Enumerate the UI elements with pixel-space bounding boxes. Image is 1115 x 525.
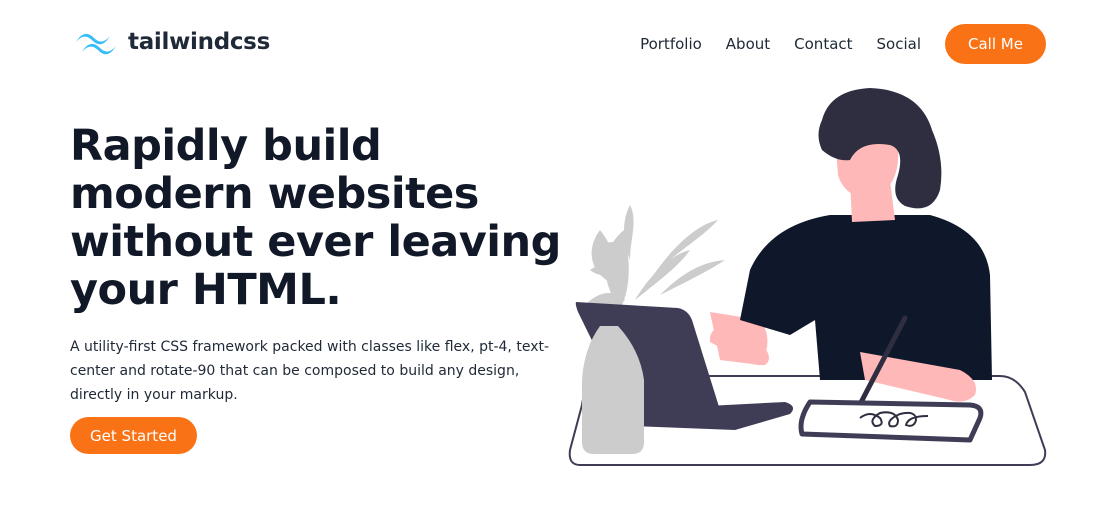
hero-title-line: without ever leaving (70, 217, 561, 267)
hero-title-line: your HTML. (70, 265, 342, 315)
get-started-button[interactable]: Get Started (70, 417, 197, 454)
main-nav: Portfolio About Contact Social Call Me (640, 24, 1046, 64)
hero-title-line: Rapidly build (70, 121, 382, 171)
landing-page: tailwindcss Portfolio About Contact Soci… (0, 0, 1115, 525)
nav-link-social[interactable]: Social (877, 35, 921, 53)
woman-drawing-on-tablet-illustration (568, 88, 1047, 466)
hero-title-line: modern websites (70, 169, 479, 219)
nav-link-portfolio[interactable]: Portfolio (640, 35, 702, 53)
tailwind-wave-logo-icon (76, 33, 116, 55)
hero-description: A utility-first CSS framework packed wit… (70, 339, 550, 403)
nav-link-contact[interactable]: Contact (794, 35, 852, 53)
call-me-button[interactable]: Call Me (945, 24, 1046, 64)
nav-link-about[interactable]: About (726, 35, 770, 53)
brand-name: tailwindcss (128, 29, 270, 55)
hero-title: Rapidly build modern websites without ev… (70, 122, 570, 314)
brand-logo[interactable]: tailwindcss (74, 28, 270, 56)
